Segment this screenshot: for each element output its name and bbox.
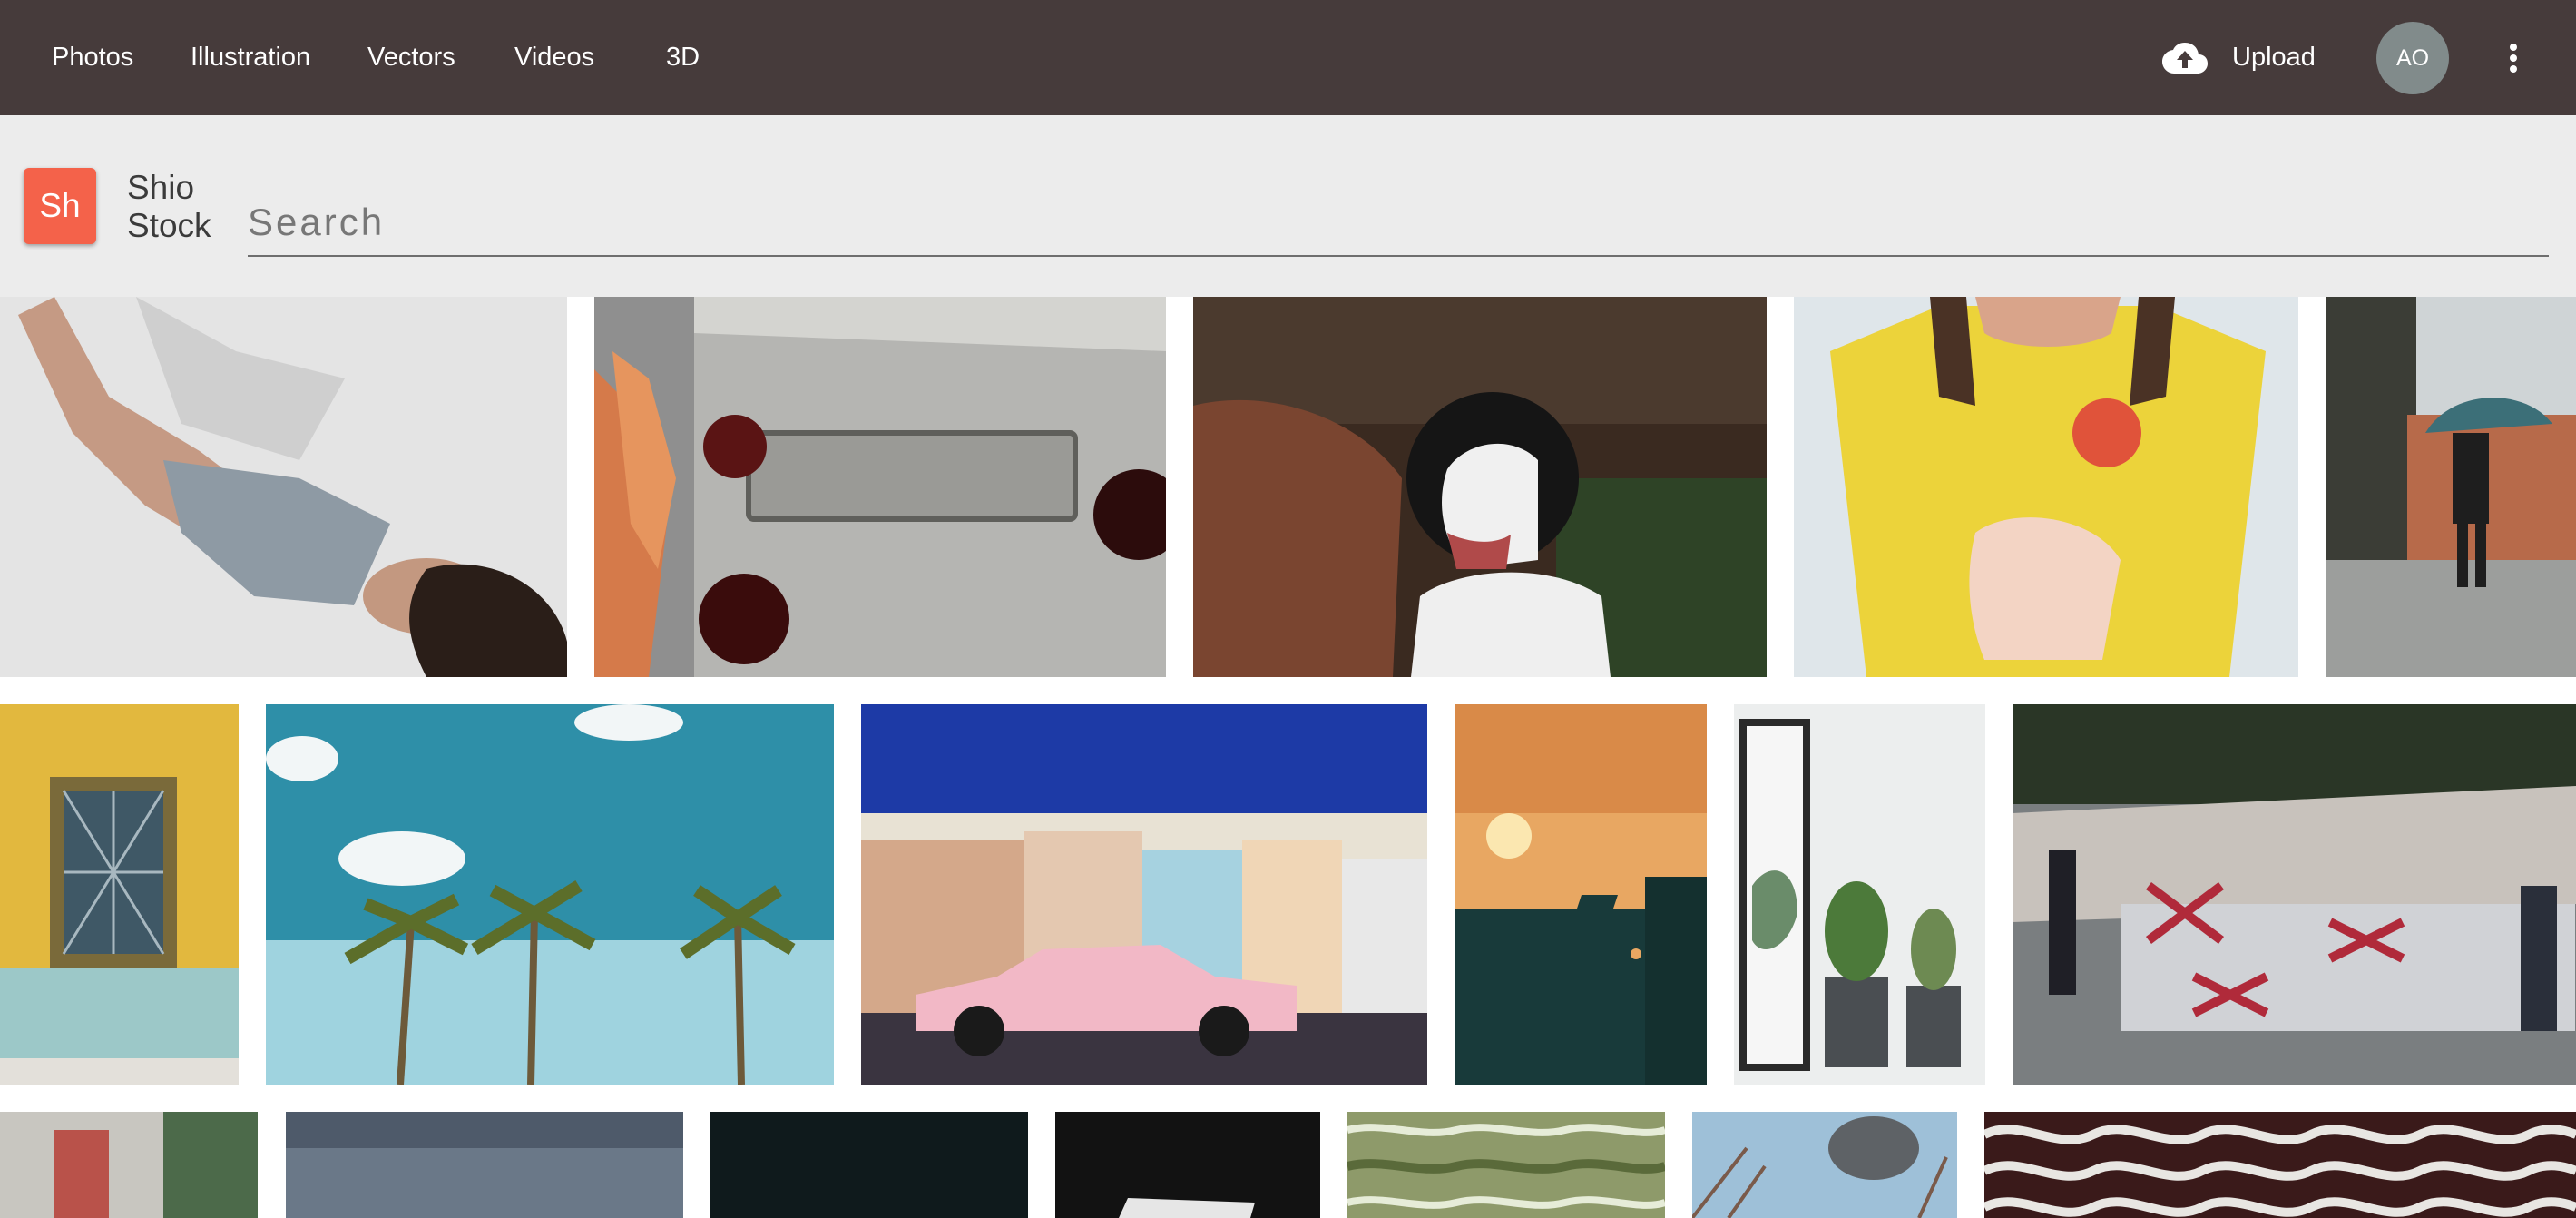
photo-wavy-pattern[interactable] — [1984, 1112, 2576, 1218]
user-avatar[interactable]: AO — [2376, 22, 2449, 94]
cloud-upload-icon — [2162, 43, 2208, 74]
brand-name-line2: Stock — [127, 207, 211, 244]
photo-potted-cacti[interactable] — [1734, 704, 1985, 1085]
photo-sunset-airplane[interactable] — [1455, 704, 1707, 1085]
nav-illustration[interactable]: Illustration — [191, 0, 310, 115]
nav-3d[interactable]: 3D — [666, 0, 700, 115]
photo-cafe-scene[interactable] — [0, 1112, 258, 1218]
search-header: Sh Shio Stock — [0, 115, 2576, 297]
photo-pink-classic-car-havana[interactable] — [861, 704, 1427, 1085]
search-input[interactable] — [248, 190, 2549, 257]
brand-name-line1: Shio — [127, 169, 195, 206]
photo-airstream-trailer-detail[interactable] — [594, 297, 1166, 677]
photo-crowd-with-flags[interactable] — [2013, 704, 2576, 1085]
nav-videos[interactable]: Videos — [514, 0, 594, 115]
photo-stormy-sky[interactable] — [286, 1112, 683, 1218]
nav-vectors[interactable]: Vectors — [367, 0, 455, 115]
nav-photos[interactable]: Photos — [52, 0, 133, 115]
photo-palm-trees-blue-sky[interactable] — [266, 704, 834, 1085]
photo-woman-yellow-tshirt[interactable] — [1794, 297, 2298, 677]
photo-yellow-wall-window[interactable] — [0, 704, 239, 1085]
photo-smoke-branches[interactable] — [1692, 1112, 1957, 1218]
photo-woman-lying-on-floor[interactable] — [0, 297, 567, 677]
photo-dark-frame[interactable] — [1055, 1112, 1320, 1218]
photo-dark-photo[interactable] — [710, 1112, 1028, 1218]
photo-person-with-umbrella[interactable] — [2326, 297, 2576, 677]
photo-water-reflections[interactable] — [1347, 1112, 1665, 1218]
brand-logo[interactable]: Sh — [24, 168, 96, 244]
upload-label: Upload — [2232, 43, 2316, 72]
photo-border-collie-puppy[interactable] — [1193, 297, 1767, 677]
top-navigation-bar: Photos Illustration Vectors Videos 3D Up… — [0, 0, 2576, 115]
more-options-icon[interactable] — [2500, 27, 2527, 89]
upload-button[interactable]: Upload — [2162, 29, 2335, 86]
brand-name[interactable]: Shio Stock — [127, 169, 227, 245]
